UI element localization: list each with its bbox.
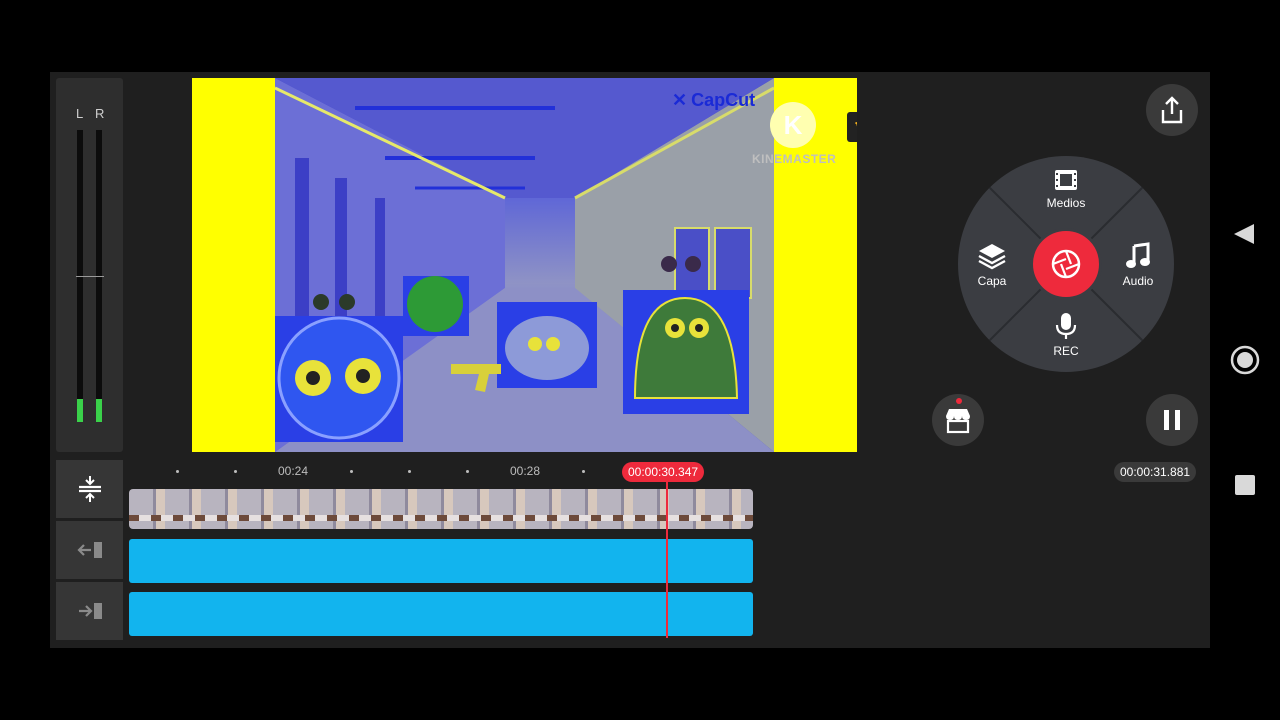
- total-time-badge: 00:00:31.881: [1114, 462, 1197, 482]
- timeline-tools: [56, 460, 123, 642]
- kinemaster-logo-icon: K: [770, 102, 816, 148]
- share-icon: [1161, 96, 1183, 124]
- audio-label: Audio: [1122, 274, 1154, 288]
- pause-button[interactable]: [1146, 394, 1198, 446]
- ruler-tick-label: 00:24: [278, 464, 309, 478]
- audio-button[interactable]: Audio: [1108, 242, 1168, 288]
- microphone-icon: [1055, 313, 1077, 339]
- playhead[interactable]: [666, 482, 668, 638]
- recents-nav-button[interactable]: [1234, 474, 1256, 496]
- notification-dot: [956, 398, 962, 404]
- ruler-dot: [350, 470, 353, 473]
- capcut-watermark-text: CapCut: [691, 90, 756, 110]
- media-button[interactable]: Medios: [1036, 168, 1096, 210]
- expand-tracks-icon: [78, 476, 101, 502]
- share-button[interactable]: [1146, 84, 1198, 136]
- trim-start-button[interactable]: [56, 521, 123, 579]
- action-wheel: Medios Capa Audio REC: [958, 156, 1174, 372]
- layers-icon: [978, 244, 1006, 270]
- ruler-tick-label: 00:28: [510, 464, 541, 478]
- meter-zero-mark: [76, 276, 104, 277]
- jump-end-icon: [78, 603, 102, 619]
- jump-start-icon: [76, 542, 102, 558]
- media-label: Medios: [1046, 196, 1086, 210]
- ruler-dot: [466, 470, 469, 473]
- timeline-ruler[interactable]: 00:24 00:28 00:00:30.347 00:00:31.881: [130, 460, 1210, 488]
- ruler-dot: [234, 470, 237, 473]
- ruler-dot: [408, 470, 411, 473]
- audio-clip[interactable]: [129, 592, 753, 636]
- record-voice-button[interactable]: REC: [1036, 312, 1096, 358]
- preview-scene-art: [275, 78, 774, 452]
- home-nav-button[interactable]: [1230, 345, 1260, 375]
- current-time-badge: 00:00:30.347: [622, 462, 705, 482]
- capcut-logo-icon: ✕: [672, 90, 688, 110]
- music-note-icon: [1126, 242, 1150, 268]
- capcut-watermark: ✕ CapCut: [672, 90, 755, 111]
- meter-right-label: R: [95, 106, 105, 121]
- film-icon: [1055, 170, 1077, 190]
- rec-label: REC: [1053, 344, 1079, 358]
- video-clip[interactable]: [129, 489, 753, 529]
- meter-left-label: L: [76, 106, 84, 121]
- timeline-expand-button[interactable]: [56, 460, 123, 518]
- meter-left-fill: [77, 399, 83, 422]
- kinemaster-watermark: KINEMASTER: [752, 152, 837, 166]
- kinemaster-editor: L R ✕ CapCut K KINEMASTER Medios Capa Au…: [50, 72, 1210, 648]
- crown-icon[interactable]: ♛: [847, 112, 857, 142]
- video-clip-thumbnails: [129, 515, 753, 521]
- audio-clip[interactable]: [129, 539, 753, 583]
- asset-store-button[interactable]: [932, 394, 984, 446]
- back-nav-button[interactable]: [1232, 222, 1256, 246]
- back-triangle-icon: [1234, 224, 1254, 244]
- trim-end-button[interactable]: [56, 582, 123, 640]
- meter-right-fill: [96, 399, 102, 422]
- pause-icon: [1164, 410, 1180, 430]
- audio-level-meter: L R: [56, 78, 123, 452]
- video-preview[interactable]: ✕ CapCut K KINEMASTER ♛: [192, 78, 857, 452]
- camera-shutter-icon: [1051, 249, 1081, 279]
- home-circle-icon: [1230, 345, 1260, 375]
- recents-square-icon: [1235, 475, 1255, 495]
- ruler-dot: [176, 470, 179, 473]
- preview-frame: [275, 78, 774, 452]
- layer-label: Capa: [977, 274, 1007, 288]
- capture-button[interactable]: [1030, 228, 1102, 300]
- ruler-dot: [582, 470, 585, 473]
- layer-button[interactable]: Capa: [962, 242, 1022, 288]
- store-icon: [946, 409, 970, 434]
